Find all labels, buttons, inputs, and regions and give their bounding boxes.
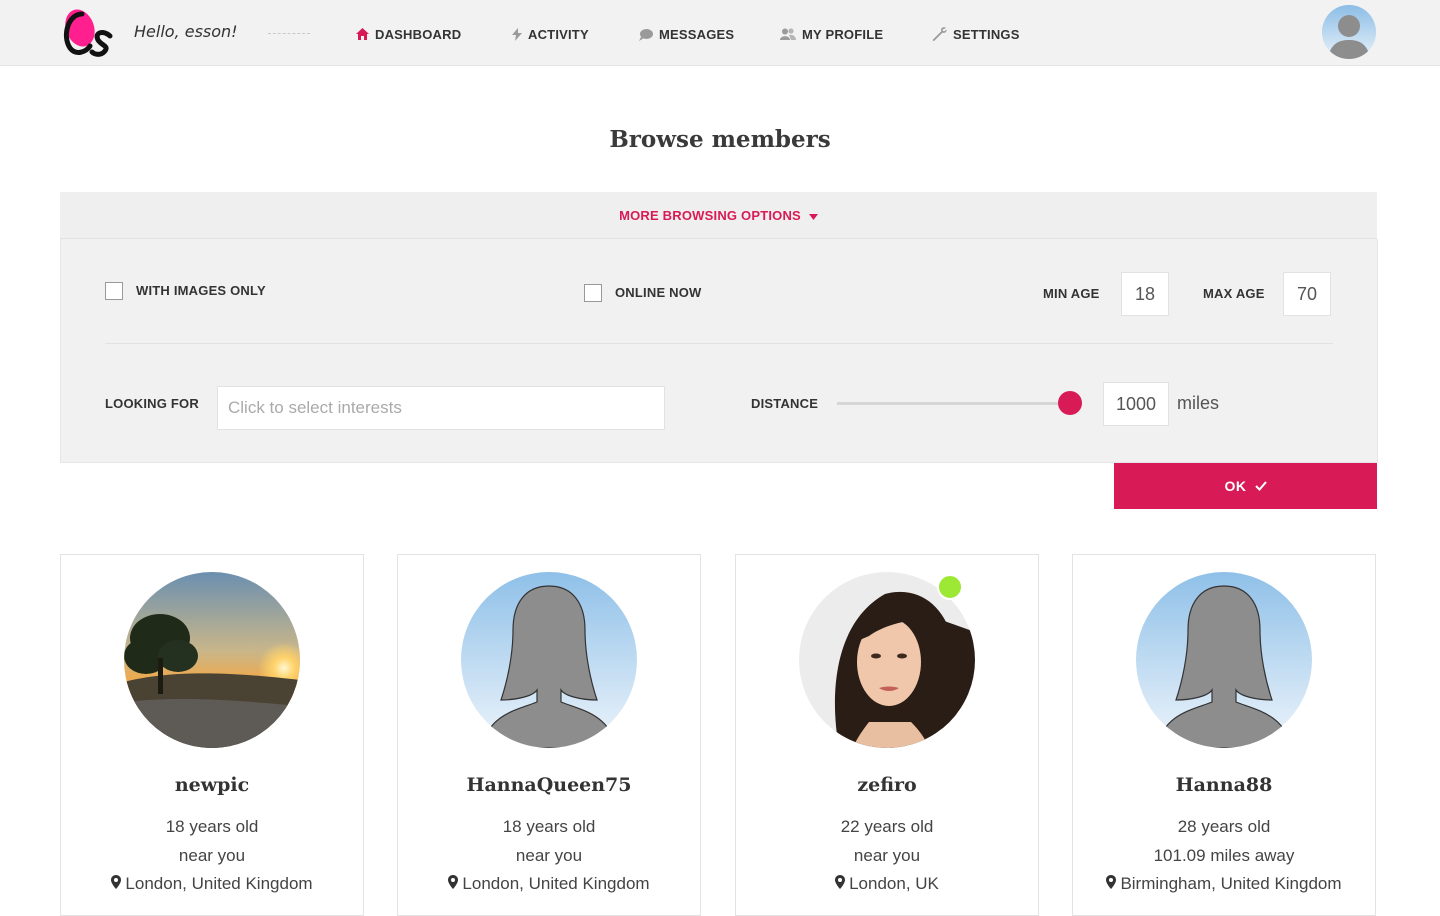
- page-title: Browse members: [609, 126, 831, 153]
- member-name[interactable]: HannaQueen75: [398, 774, 700, 796]
- more-browsing-options-label: MORE BROWSING OPTIONS: [619, 207, 801, 223]
- online-now-checkbox[interactable]: [584, 284, 602, 302]
- max-age-input[interactable]: 70: [1283, 272, 1331, 316]
- member-location-text: London, United Kingdom: [125, 874, 313, 893]
- member-distance: near you: [178, 846, 246, 865]
- female-silhouette-avatar: [461, 572, 637, 748]
- member-location: London, UK: [736, 874, 1038, 894]
- looking-for-label: LOOKING FOR: [105, 396, 199, 411]
- distance-slider-track[interactable]: [837, 402, 1069, 405]
- distance-input[interactable]: 1000: [1103, 382, 1169, 426]
- member-name[interactable]: newpic: [61, 774, 363, 796]
- greeting-text: Hello, esson!: [134, 22, 238, 41]
- member-location-text: London, UK: [849, 874, 939, 893]
- member-location: Birmingham, United Kingdom: [1073, 874, 1375, 894]
- online-now-label: ONLINE NOW: [615, 285, 702, 300]
- nav-activity[interactable]: ACTIVITY: [512, 25, 589, 43]
- member-age: 22 years old: [840, 817, 934, 836]
- max-age-label: MAX AGE: [1203, 286, 1265, 301]
- nav-my-profile-label: MY PROFILE: [802, 26, 884, 42]
- nav-dashboard[interactable]: DASHBOARD: [356, 25, 461, 43]
- member-age: 18 years old: [165, 817, 259, 836]
- header-divider: [268, 33, 310, 34]
- distance-slider-handle[interactable]: [1058, 391, 1082, 415]
- member-location-text: Birmingham, United Kingdom: [1120, 874, 1342, 893]
- more-browsing-options-toggle[interactable]: MORE BROWSING OPTIONS: [60, 192, 1377, 239]
- top-navigation-bar: Hello, esson! DASHBOARD ACTIVITY MESSAGE…: [0, 0, 1440, 66]
- ok-button[interactable]: OK: [1114, 463, 1377, 509]
- chat-bubble-icon: [639, 28, 653, 41]
- map-pin-icon: [1106, 874, 1117, 894]
- users-icon: [780, 28, 796, 40]
- bolt-icon: [512, 27, 522, 41]
- site-logo[interactable]: [60, 6, 114, 58]
- member-age: 18 years old: [502, 817, 596, 836]
- nav-settings-label: SETTINGS: [953, 26, 1020, 42]
- female-silhouette-avatar: [1136, 572, 1312, 748]
- min-age-label: MIN AGE: [1043, 286, 1100, 301]
- member-location-text: London, United Kingdom: [462, 874, 650, 893]
- map-pin-icon: [111, 874, 122, 894]
- member-location: London, United Kingdom: [61, 874, 363, 894]
- online-status-indicator: [937, 574, 963, 600]
- member-card[interactable]: zefiro 22 years old near you London, UK: [735, 554, 1039, 916]
- member-card[interactable]: Hanna88 28 years old 101.09 miles away B…: [1072, 554, 1376, 916]
- nav-my-profile[interactable]: MY PROFILE: [780, 25, 883, 43]
- caret-down-icon: [808, 208, 818, 223]
- member-name[interactable]: zefiro: [736, 774, 1038, 796]
- member-age: 28 years old: [1177, 817, 1271, 836]
- with-images-only-label: WITH IMAGES ONLY: [136, 283, 266, 298]
- member-distance: near you: [853, 846, 921, 865]
- member-distance: near you: [515, 846, 583, 865]
- nav-messages-label: MESSAGES: [659, 26, 735, 42]
- interests-select-input[interactable]: Click to select interests: [217, 386, 665, 430]
- checkmark-icon: [1254, 478, 1267, 494]
- home-icon: [356, 28, 369, 40]
- map-pin-icon: [835, 874, 846, 894]
- filter-divider: [105, 343, 1333, 344]
- ok-button-label: OK: [1224, 478, 1247, 494]
- user-avatar[interactable]: [1322, 5, 1376, 59]
- nav-dashboard-label: DASHBOARD: [375, 26, 462, 42]
- wrench-icon: [932, 26, 947, 42]
- member-distance: 101.09 miles away: [1153, 846, 1295, 865]
- distance-unit: miles: [1177, 393, 1220, 413]
- member-location: London, United Kingdom: [398, 874, 700, 894]
- nav-messages[interactable]: MESSAGES: [639, 25, 734, 43]
- member-card[interactable]: HannaQueen75 18 years old near you Londo…: [397, 554, 701, 916]
- with-images-only-checkbox[interactable]: [105, 282, 123, 300]
- nav-settings[interactable]: SETTINGS: [932, 25, 1020, 43]
- sunset-photo: [124, 572, 300, 748]
- browsing-options-panel: WITH IMAGES ONLY ONLINE NOW MIN AGE 18 M…: [60, 239, 1378, 463]
- nav-activity-label: ACTIVITY: [528, 26, 589, 42]
- min-age-input[interactable]: 18: [1121, 272, 1169, 316]
- member-card[interactable]: newpic 18 years old near you London, Uni…: [60, 554, 364, 916]
- member-name[interactable]: Hanna88: [1073, 774, 1375, 796]
- map-pin-icon: [448, 874, 459, 894]
- distance-label: DISTANCE: [751, 396, 819, 411]
